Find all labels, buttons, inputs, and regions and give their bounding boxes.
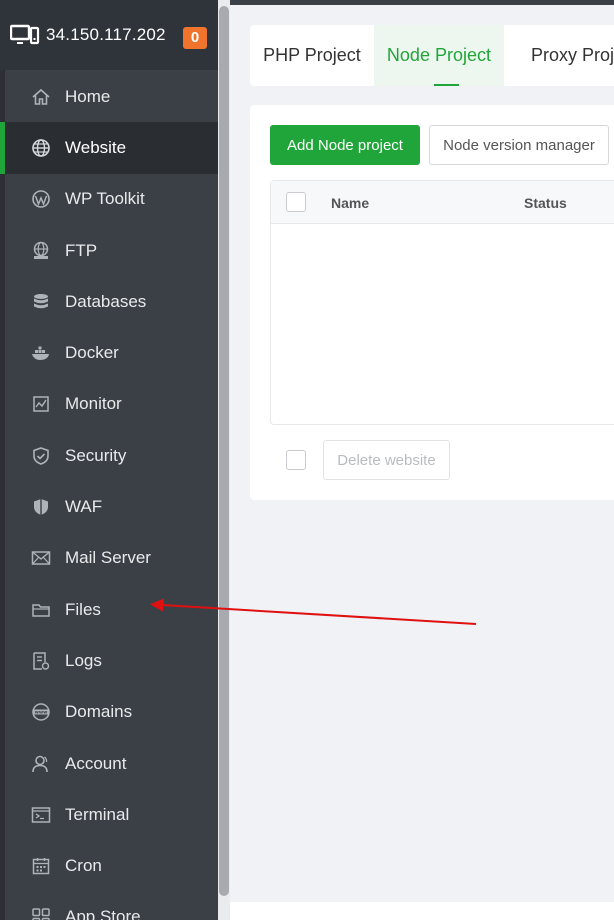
sidebar-item-label: Files xyxy=(65,599,101,619)
sidebar-item-website[interactable]: Website xyxy=(0,122,218,174)
server-ip[interactable]: 34.150.117.202 xyxy=(46,25,166,45)
sidebar-item-label: Domains xyxy=(65,702,133,722)
server-header: 34.150.117.202 0 xyxy=(0,0,218,70)
wordpress-icon xyxy=(31,189,51,209)
node-project-panel: Add Node project Node version manager Na… xyxy=(250,105,614,500)
notification-badge[interactable]: 0 xyxy=(183,27,207,49)
user-icon xyxy=(31,754,51,774)
sidebar-item-label: WP Toolkit xyxy=(65,189,145,209)
docker-icon xyxy=(31,343,51,363)
mail-icon xyxy=(31,548,51,568)
tab-proxy-project[interactable]: Proxy Project xyxy=(504,25,614,86)
sidebar: 34.150.117.202 0 Home Website WP Toolkit xyxy=(0,0,218,920)
select-all-checkbox[interactable] xyxy=(286,192,306,212)
sidebar-item-label: Monitor xyxy=(65,394,122,414)
sidebar-item-waf[interactable]: WAF xyxy=(0,481,218,532)
tab-node-project[interactable]: Node Project xyxy=(373,25,504,86)
sidebar-item-label: Terminal xyxy=(65,804,130,824)
footer-select-checkbox[interactable] xyxy=(286,450,306,470)
sidebar-item-label: Cron xyxy=(65,856,102,876)
sidebar-item-ftp[interactable]: FTP xyxy=(0,225,218,276)
sidebar-item-label: Security xyxy=(65,445,127,465)
terminal-icon xyxy=(31,805,51,825)
sidebar-item-label: Website xyxy=(65,137,127,157)
sidebar-item-domains[interactable]: www Domains xyxy=(0,687,218,738)
sidebar-item-label: App Store xyxy=(65,907,141,920)
globe-icon xyxy=(31,138,51,158)
projects-table: Name Status xyxy=(270,180,614,425)
folder-icon xyxy=(31,600,51,620)
bottom-panel-edge xyxy=(230,902,614,920)
sidebar-nav: Home Website WP Toolkit FTP Databases Do… xyxy=(0,71,218,920)
table-header: Name Status xyxy=(271,181,614,224)
node-version-manager-button[interactable]: Node version manager xyxy=(429,125,609,165)
ftp-icon xyxy=(31,241,51,261)
shield-icon xyxy=(31,446,51,466)
scrollbar-thumb[interactable] xyxy=(219,6,229,896)
sidebar-item-app-store[interactable]: App Store xyxy=(0,892,218,920)
sidebar-item-cron[interactable]: Cron xyxy=(0,840,218,891)
sidebar-item-label: Account xyxy=(65,753,127,773)
column-header-name[interactable]: Name xyxy=(331,195,369,211)
sidebar-item-terminal[interactable]: Terminal xyxy=(0,789,218,840)
sidebar-item-label: Docker xyxy=(65,343,119,363)
sidebar-item-label: WAF xyxy=(65,497,103,517)
sidebar-scrollbar[interactable] xyxy=(218,0,230,920)
calendar-icon xyxy=(31,856,51,876)
monitor-chart-icon xyxy=(31,394,51,414)
sidebar-item-wp-toolkit[interactable]: WP Toolkit xyxy=(0,174,218,225)
column-header-status[interactable]: Status xyxy=(524,195,567,211)
svg-text:www: www xyxy=(35,711,48,716)
sidebar-item-label: Databases xyxy=(65,291,147,311)
sidebar-item-home[interactable]: Home xyxy=(0,71,218,122)
sidebar-item-monitor[interactable]: Monitor xyxy=(0,379,218,430)
www-icon: www xyxy=(31,702,51,722)
monitor-icon xyxy=(10,23,40,47)
database-icon xyxy=(31,292,51,312)
sidebar-item-label: FTP xyxy=(65,240,98,260)
delete-website-button[interactable]: Delete website xyxy=(323,440,450,480)
apps-icon xyxy=(31,907,51,920)
sidebar-item-databases[interactable]: Databases xyxy=(0,276,218,327)
sidebar-item-docker[interactable]: Docker xyxy=(0,327,218,378)
waf-shield-icon xyxy=(31,497,51,517)
home-icon xyxy=(31,87,51,107)
sidebar-item-logs[interactable]: Logs xyxy=(0,635,218,686)
project-tabs: PHP Project Node Project Proxy Project xyxy=(250,25,614,86)
add-node-project-button[interactable]: Add Node project xyxy=(270,125,420,165)
logs-icon xyxy=(31,651,51,671)
sidebar-item-account[interactable]: Account xyxy=(0,738,218,789)
tab-php-project[interactable]: PHP Project xyxy=(250,25,374,86)
sidebar-item-label: Mail Server xyxy=(65,548,151,568)
sidebar-item-security[interactable]: Security xyxy=(0,430,218,481)
sidebar-item-mail-server[interactable]: Mail Server xyxy=(0,533,218,584)
top-border xyxy=(230,0,614,5)
sidebar-item-files[interactable]: Files xyxy=(0,584,218,635)
sidebar-item-label: Home xyxy=(65,86,111,106)
sidebar-item-label: Logs xyxy=(65,650,102,670)
